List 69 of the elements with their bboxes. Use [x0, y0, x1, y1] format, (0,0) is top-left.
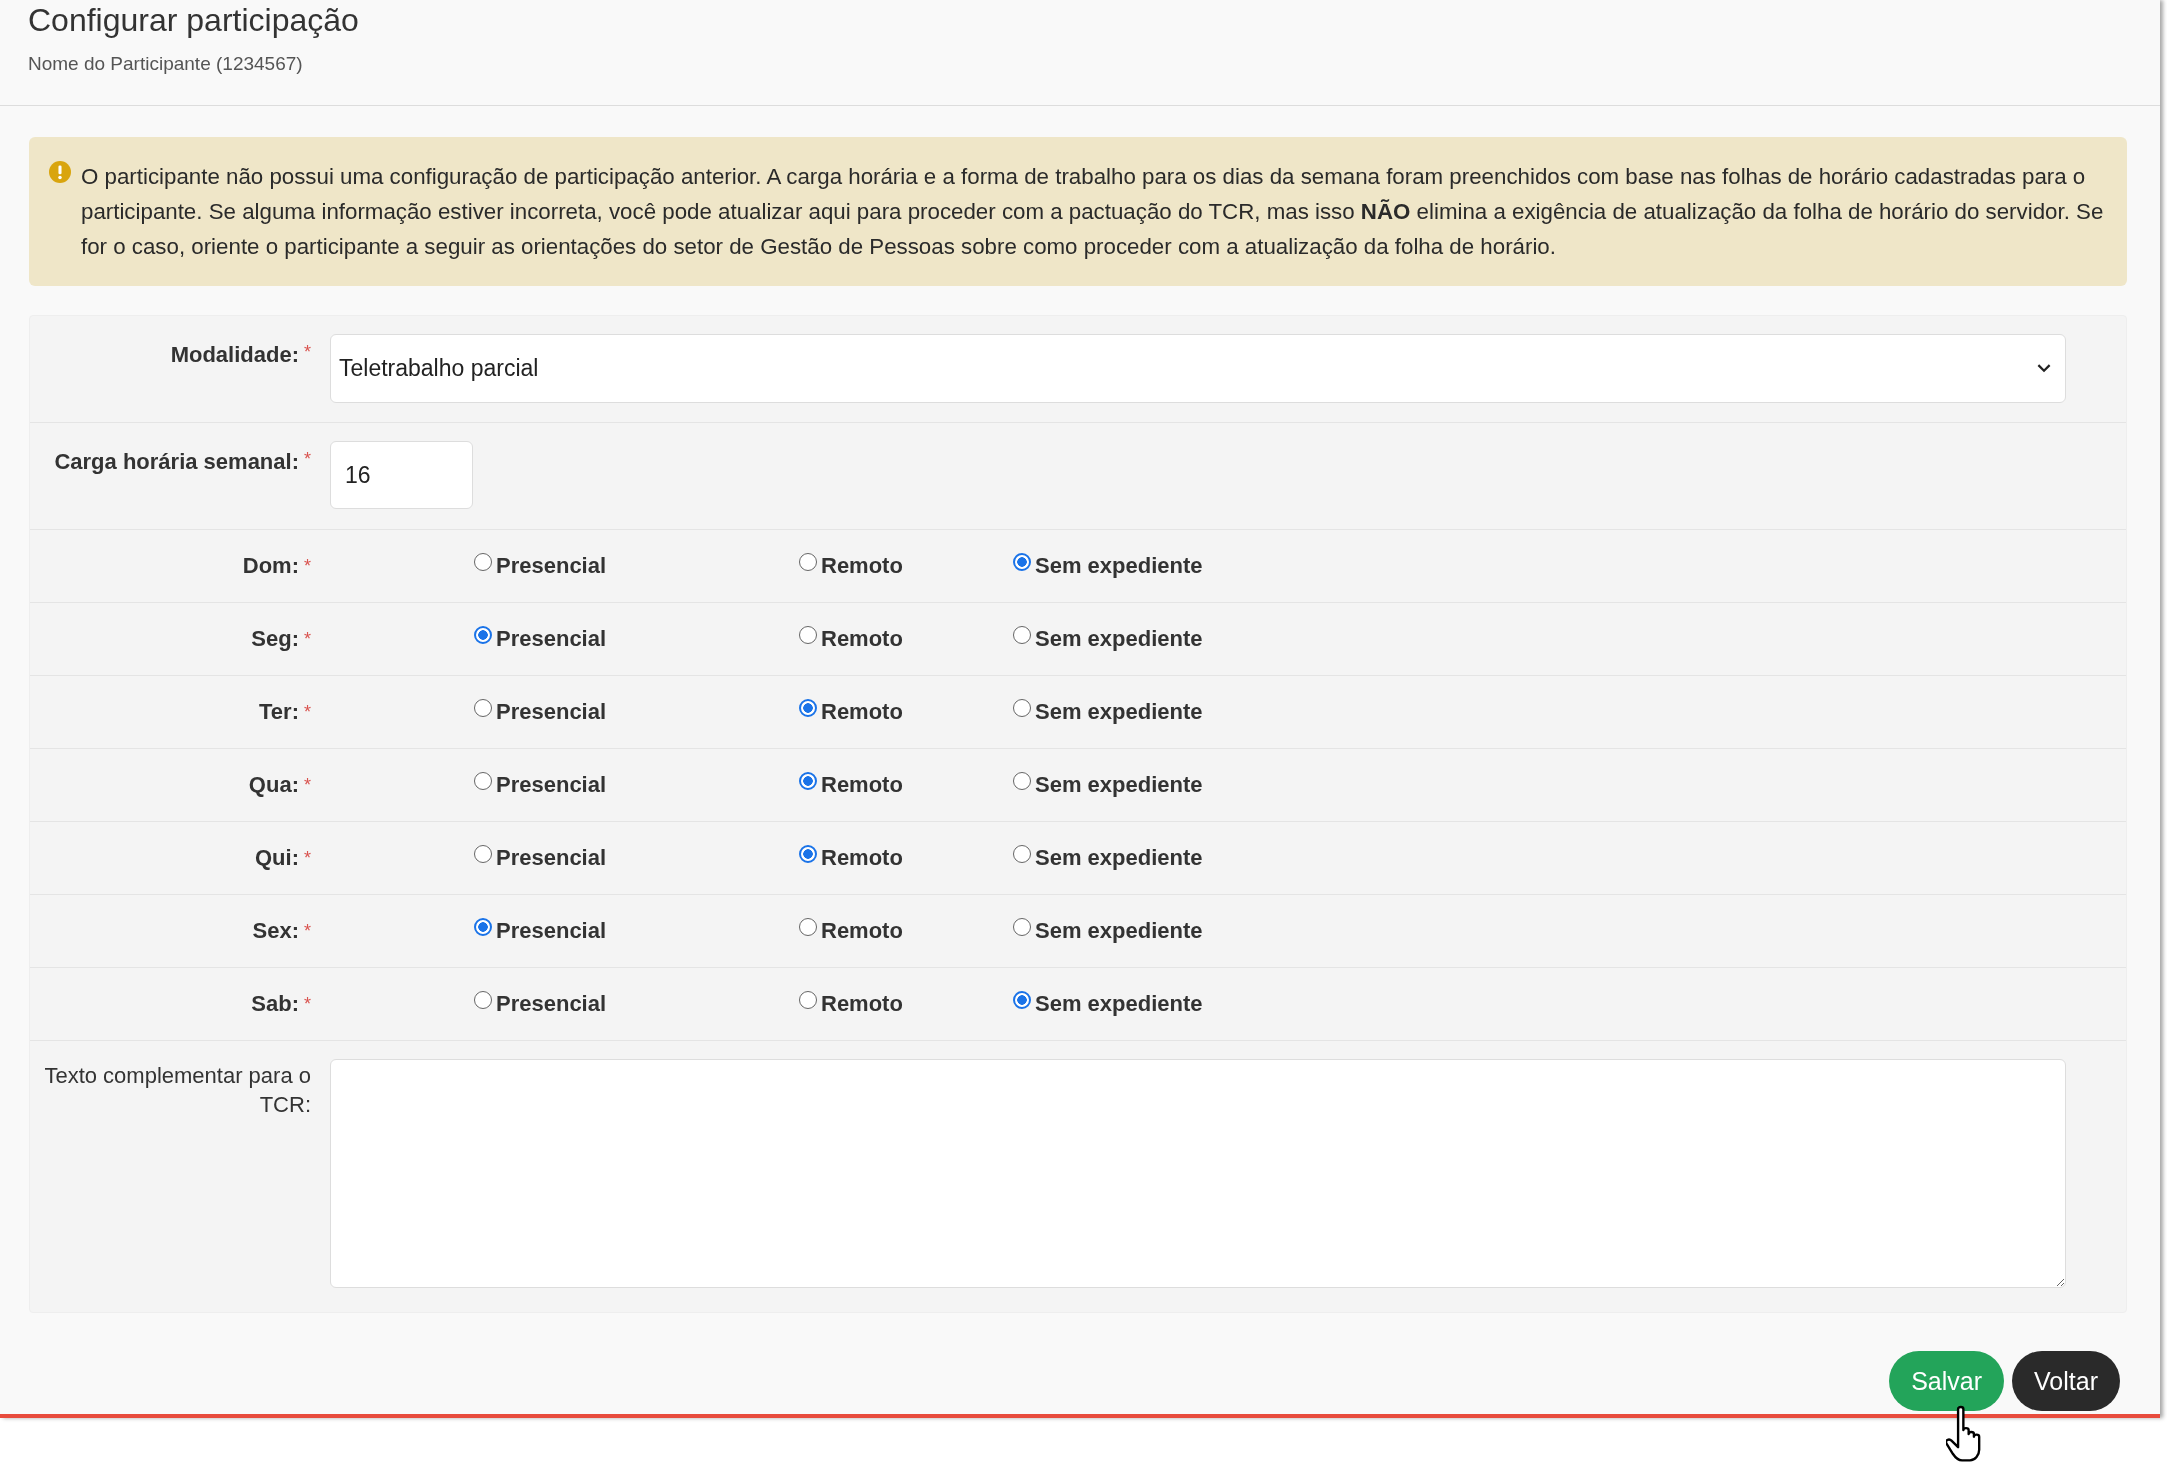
modality-select[interactable]: Teletrabalho parcial	[330, 334, 2066, 403]
participant-name: Nome do Participante (1234567)	[28, 53, 304, 75]
required-mark: *	[304, 847, 311, 869]
radio-label[interactable]: Remoto	[821, 626, 903, 652]
required-mark: *	[304, 628, 311, 650]
required-mark: *	[304, 920, 311, 942]
required-mark: *	[304, 555, 311, 577]
radio-button[interactable]	[1013, 699, 1031, 717]
required-mark: *	[304, 774, 311, 796]
required-mark: *	[304, 701, 311, 723]
radio-button[interactable]	[799, 845, 817, 863]
radio-button[interactable]	[799, 699, 817, 717]
radio-label[interactable]: Sem expediente	[1035, 918, 1203, 944]
radio-label[interactable]: Sem expediente	[1035, 772, 1203, 798]
radio-label[interactable]: Sem expediente	[1035, 626, 1203, 652]
radio-button[interactable]	[799, 918, 817, 936]
page-title: Configurar participação	[28, 1, 360, 39]
radio-button[interactable]	[1013, 626, 1031, 644]
required-mark: *	[304, 342, 311, 363]
radio-button[interactable]	[1013, 991, 1031, 1009]
radio-label[interactable]: Remoto	[821, 772, 903, 798]
radio-button[interactable]	[1013, 772, 1031, 790]
day-label: Sex:	[252, 918, 299, 944]
warning-icon	[49, 161, 71, 183]
radio-label[interactable]: Presencial	[496, 918, 607, 944]
day-label: Dom:	[242, 553, 299, 579]
radio-button[interactable]	[1013, 553, 1031, 571]
radio-label[interactable]: Remoto	[821, 991, 903, 1017]
radio-button[interactable]	[474, 626, 492, 644]
radio-button[interactable]	[799, 626, 817, 644]
radio-label[interactable]: Presencial	[496, 991, 607, 1017]
hours-input[interactable]: 16	[330, 441, 473, 509]
day-label: Qui:	[255, 845, 299, 871]
radio-button[interactable]	[474, 991, 492, 1009]
radio-button[interactable]	[799, 991, 817, 1009]
radio-button[interactable]	[474, 918, 492, 936]
radio-button[interactable]	[1013, 918, 1031, 936]
chevron-down-icon	[2037, 364, 2051, 373]
radio-button[interactable]	[474, 845, 492, 863]
radio-label[interactable]: Remoto	[821, 553, 903, 579]
radio-label[interactable]: Presencial	[496, 772, 607, 798]
radio-label[interactable]: Sem expediente	[1035, 553, 1203, 579]
radio-button[interactable]	[474, 553, 492, 571]
radio-label[interactable]: Remoto	[821, 918, 903, 944]
field-label: Modalidade:	[170, 342, 299, 368]
radio-label[interactable]: Presencial	[496, 699, 607, 725]
radio-button[interactable]	[799, 553, 817, 571]
day-label: Qua:	[248, 772, 299, 798]
radio-label[interactable]: Sem expediente	[1035, 845, 1203, 871]
radio-label[interactable]: Presencial	[496, 626, 607, 652]
radio-label[interactable]: Remoto	[821, 845, 903, 871]
required-mark: *	[304, 449, 311, 470]
day-label: Sab:	[251, 991, 299, 1017]
radio-button[interactable]	[1013, 845, 1031, 863]
radio-label[interactable]: Presencial	[496, 845, 607, 871]
radio-button[interactable]	[799, 772, 817, 790]
radio-label[interactable]: Sem expediente	[1035, 699, 1203, 725]
alert-message: O participante não possui uma configuração de participação anterior. A carga horária e a forma de trabalho para os dias da semana foram preenchidos com base nas folhas de horário cadastradas para o participante. Se alguma informação estiver incorreta, você pode atualizar aqui para proceder com a pactuação do TCR, mas isso NÃO elimina a exigência de atualização da folha de horário do servidor. Se for o caso, oriente o participante a seguir as orientações do setor de Gestão de Pessoas sobre como proceder com a atualização da folha de horário.	[81, 163, 2105, 261]
field-label: Texto complementar para o TCR:	[43, 1062, 311, 1119]
radio-label[interactable]: Sem expediente	[1035, 991, 1203, 1017]
field-label: Carga horária semanal:	[54, 449, 299, 475]
required-mark: *	[304, 993, 311, 1015]
radio-button[interactable]	[474, 699, 492, 717]
radio-label[interactable]: Presencial	[496, 553, 607, 579]
radio-button[interactable]	[474, 772, 492, 790]
back-button[interactable]: Voltar	[2012, 1351, 2120, 1411]
day-label: Seg:	[251, 626, 299, 652]
radio-label[interactable]: Remoto	[821, 699, 903, 725]
day-label: Ter:	[259, 699, 299, 725]
